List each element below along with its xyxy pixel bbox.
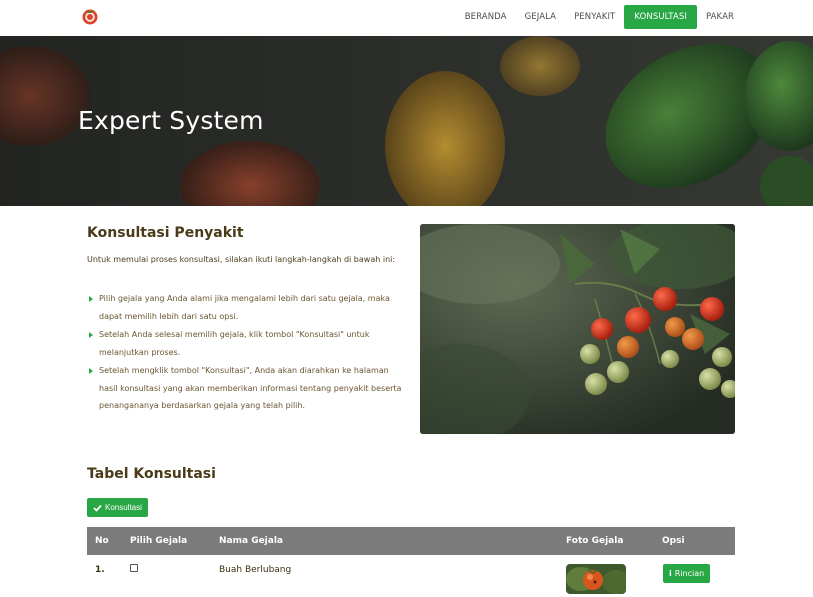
- step-text: Pilih gejala yang Anda alami jika mengal…: [99, 294, 390, 321]
- hero-title: Expert System: [78, 106, 264, 135]
- column-header-opsi: Opsi: [662, 536, 685, 546]
- column-header-foto-gejala: Foto Gejala: [566, 536, 624, 546]
- caret-right-icon: [89, 296, 93, 302]
- check-icon: [93, 504, 102, 512]
- caret-right-icon: [89, 332, 93, 338]
- section-title-konsultasi: Konsultasi Penyakit: [87, 225, 244, 241]
- row-nama-gejala: Buah Berlubang: [219, 565, 292, 575]
- nav-item-penyakit[interactable]: PENYAKIT: [565, 5, 624, 29]
- nav-item-beranda[interactable]: BERANDA: [456, 5, 516, 29]
- list-item: Setelah Anda selesai memilih gejala, kli…: [87, 326, 405, 361]
- info-icon: i: [669, 569, 672, 578]
- gejala-photo-thumbnail: [566, 564, 626, 594]
- tomato-logo-icon[interactable]: [81, 7, 99, 25]
- konsultasi-button-label: Konsultasi: [105, 503, 142, 512]
- section-title-tabel: Tabel Konsultasi: [87, 466, 216, 482]
- row-number: 1.: [95, 565, 105, 575]
- tomato-plant-photo: [420, 224, 735, 434]
- nav-item-pakar[interactable]: PAKAR: [697, 5, 743, 29]
- table-row: 1. Buah Berlubang i Rincian: [87, 555, 735, 597]
- hero-banner: Expert System: [0, 36, 813, 206]
- gejala-checkbox[interactable]: [130, 564, 138, 572]
- table-header: No Pilih Gejala Nama Gejala Foto Gejala …: [87, 527, 735, 555]
- navbar: BERANDA GEJALA PENYAKIT KONSULTASI PAKAR: [0, 0, 813, 36]
- list-item: Pilih gejala yang Anda alami jika mengal…: [87, 290, 405, 325]
- rincian-button-label: Rincian: [674, 569, 705, 578]
- main-nav: BERANDA GEJALA PENYAKIT KONSULTASI PAKAR: [456, 5, 743, 29]
- intro-text: Untuk memulai proses konsultasi, silakan…: [87, 255, 396, 264]
- step-text: Setelah mengklik tombol "Konsultasi", An…: [99, 366, 402, 410]
- list-item: Setelah mengklik tombol "Konsultasi", An…: [87, 362, 405, 415]
- step-text: Setelah Anda selesai memilih gejala, kli…: [99, 330, 370, 357]
- column-header-pilih-gejala: Pilih Gejala: [130, 536, 188, 546]
- nav-item-konsultasi[interactable]: KONSULTASI: [624, 5, 697, 29]
- column-header-no: No: [95, 536, 109, 546]
- konsultasi-button[interactable]: Konsultasi: [87, 498, 148, 517]
- caret-right-icon: [89, 368, 93, 374]
- steps-list: Pilih gejala yang Anda alami jika mengal…: [87, 290, 405, 416]
- column-header-nama-gejala: Nama Gejala: [219, 536, 283, 546]
- nav-item-gejala[interactable]: GEJALA: [516, 5, 565, 29]
- rincian-button[interactable]: i Rincian: [663, 564, 711, 583]
